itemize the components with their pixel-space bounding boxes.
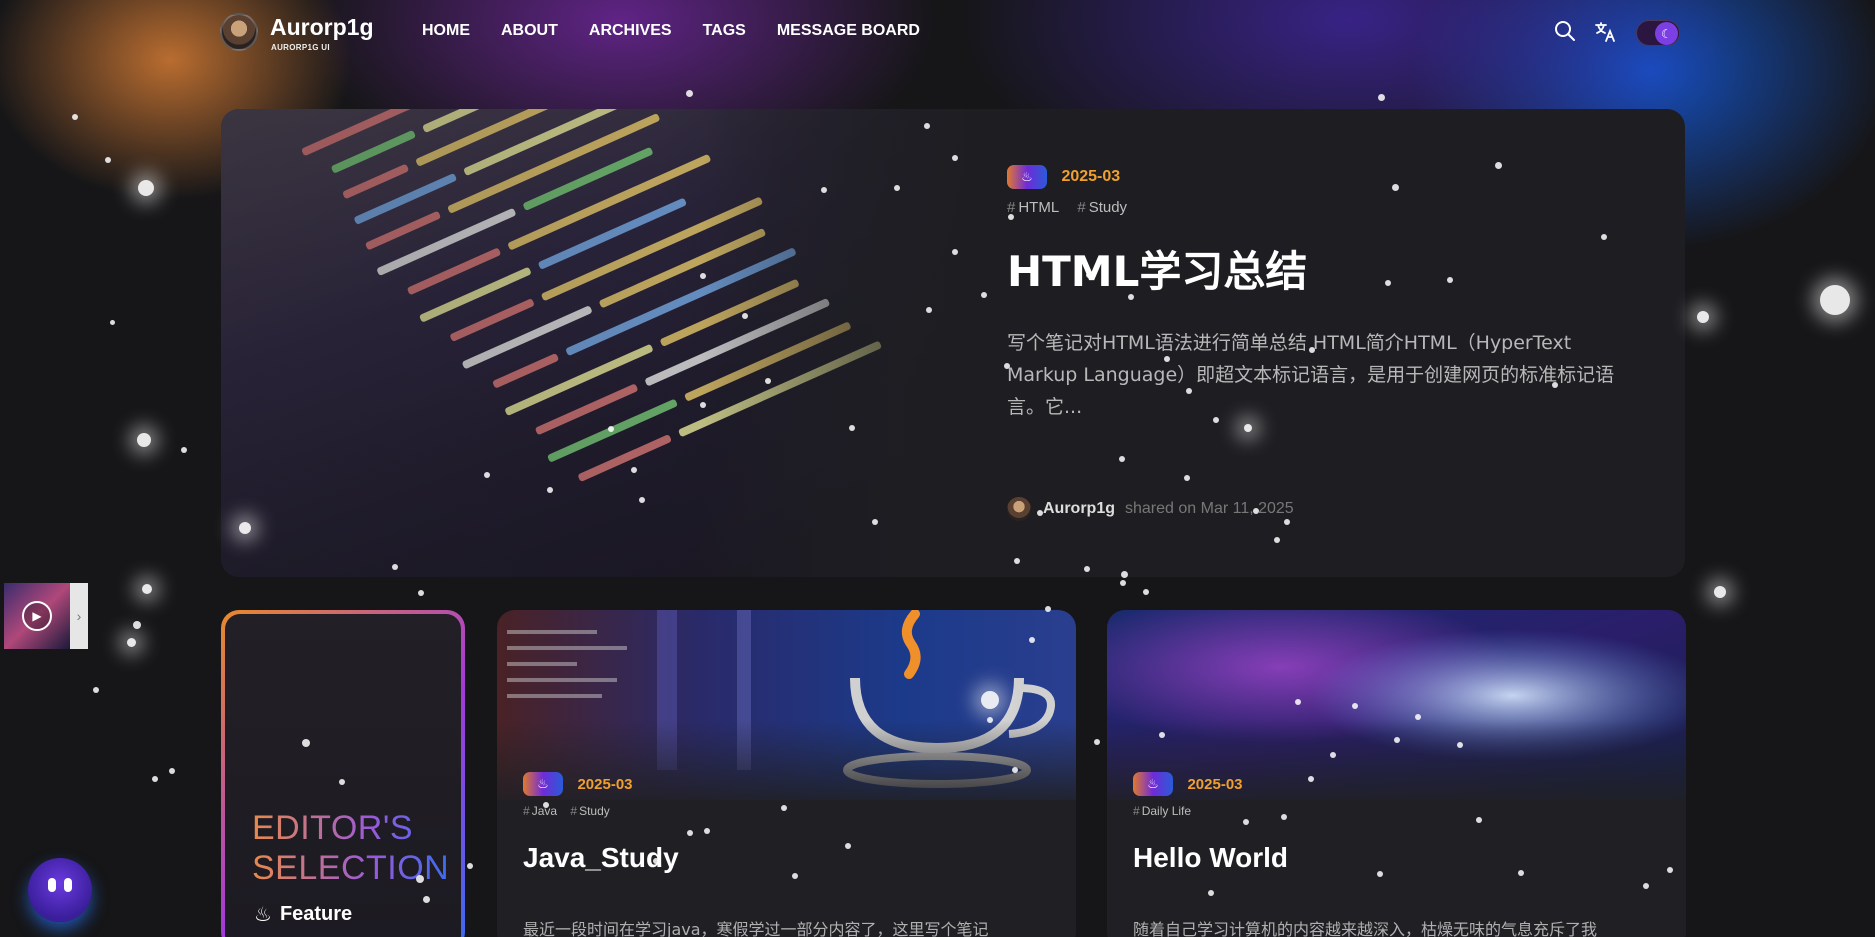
search-icon[interactable] (1554, 20, 1578, 44)
hot-badge: ♨ (1007, 165, 1047, 189)
tag-java[interactable]: Java (532, 804, 557, 818)
tag-study[interactable]: Study (579, 804, 610, 818)
author-name[interactable]: Aurorp1g (1043, 500, 1115, 518)
featured-post-card[interactable]: ♨ 2025-03 # HTML # Study HTML学习总结 写个笔记对HTM… (221, 109, 1685, 577)
snowflake (169, 768, 175, 774)
snowflake (1714, 586, 1726, 598)
snowflake (1094, 739, 1100, 745)
post-tags: # Daily Life (1133, 804, 1192, 818)
nav-about[interactable]: ABOUT (501, 22, 558, 40)
snowflake (152, 776, 158, 782)
flame-icon: ♨ (1147, 776, 1159, 791)
post-card-title[interactable]: Hello World (1133, 842, 1288, 874)
post-card-meta: ♨ 2025-03 (523, 772, 633, 796)
post-date: 2025-03 (1187, 775, 1243, 793)
site-logo-avatar[interactable] (220, 13, 258, 51)
flame-icon: ♨ (537, 776, 549, 791)
post-shared-date: shared on Mar 11, 2025 (1125, 500, 1294, 517)
nav-home[interactable]: HOME (422, 22, 470, 40)
flame-icon: ♨ (254, 904, 272, 926)
featured-post-cover-image (221, 109, 1021, 577)
snowflake (126, 637, 136, 647)
post-card-meta: ♨ 2025-03 (1133, 772, 1243, 796)
tag-study[interactable]: Study (1089, 199, 1127, 216)
featured-post-excerpt: 写个笔记对HTML语法进行简单总结 HTML简介HTML（HyperText M… (1007, 332, 1615, 418)
flame-icon: ♨ (1021, 169, 1033, 184)
post-card-title[interactable]: Java_Study (523, 842, 679, 874)
post-tags: # Java # Study (523, 804, 610, 818)
chevron-right-icon[interactable]: › (70, 583, 88, 649)
hot-badge: ♨ (1133, 772, 1173, 796)
feature-label: ♨ Feature (254, 903, 353, 926)
tag-html[interactable]: HTML (1018, 199, 1059, 216)
snowflake (142, 584, 152, 594)
snowflake (1120, 580, 1126, 586)
post-card-hello-world[interactable]: ♨ 2025-03 # Daily Life Hello World 随着自己学习… (1107, 610, 1686, 937)
music-cover[interactable]: ▶ (4, 583, 70, 649)
moon-icon: ☾ (1655, 22, 1678, 45)
hot-badge: ♨ (523, 772, 563, 796)
top-navigation: Aurorp1g AURORP1G UI HOME ABOUT ARCHIVES… (0, 0, 1875, 64)
nav-tags[interactable]: TAGS (703, 22, 746, 40)
snowflake (133, 621, 141, 629)
mascot-widget[interactable] (28, 858, 92, 922)
snowflake (418, 590, 424, 596)
editors-selection-title: EDITOR'S SELECTION (252, 809, 450, 887)
snowflake (93, 687, 99, 693)
post-card-excerpt: 最近一段时间在学习java，寒假学过一部分内容了，这里写个笔记 (523, 920, 989, 937)
post-card-java[interactable]: ♨ 2025-03 # Java # Study Java_Study 最近一段时间… (497, 610, 1076, 937)
post-card-excerpt: 随着自己学习计算机的内容越来越深入，枯燥无味的气息充斥了我 (1133, 920, 1598, 937)
post-tags: # HTML # Study (1007, 199, 1128, 216)
music-player: ▶ › (4, 583, 88, 649)
editors-selection-card[interactable] (225, 614, 461, 937)
post-date: 2025-03 (577, 775, 633, 793)
tag-daily-life[interactable]: Daily Life (1142, 804, 1191, 818)
play-icon[interactable]: ▶ (22, 601, 52, 631)
featured-post-title[interactable]: HTML学习总结 (1007, 238, 1647, 299)
post-author: Aurorp1g shared on Mar 11, 2025 (1007, 497, 1294, 521)
nav-archives[interactable]: ARCHIVES (589, 22, 672, 40)
translate-icon[interactable] (1594, 20, 1618, 44)
snowflake (467, 863, 473, 869)
author-avatar[interactable] (1007, 497, 1031, 521)
dark-mode-toggle[interactable]: ☾ (1636, 20, 1680, 46)
site-title[interactable]: Aurorp1g (270, 14, 374, 41)
nav-message-board[interactable]: MESSAGE BOARD (777, 22, 920, 40)
featured-post-content: ♨ 2025-03 # HTML # Study HTML学习总结 写个笔记对HTM… (1007, 165, 1647, 423)
site-subtitle: AURORP1G UI (271, 43, 330, 52)
main-menu: HOME ABOUT ARCHIVES TAGS MESSAGE BOARD (422, 22, 951, 40)
snowflake (1143, 589, 1149, 595)
post-date: 2025-03 (1061, 168, 1121, 185)
